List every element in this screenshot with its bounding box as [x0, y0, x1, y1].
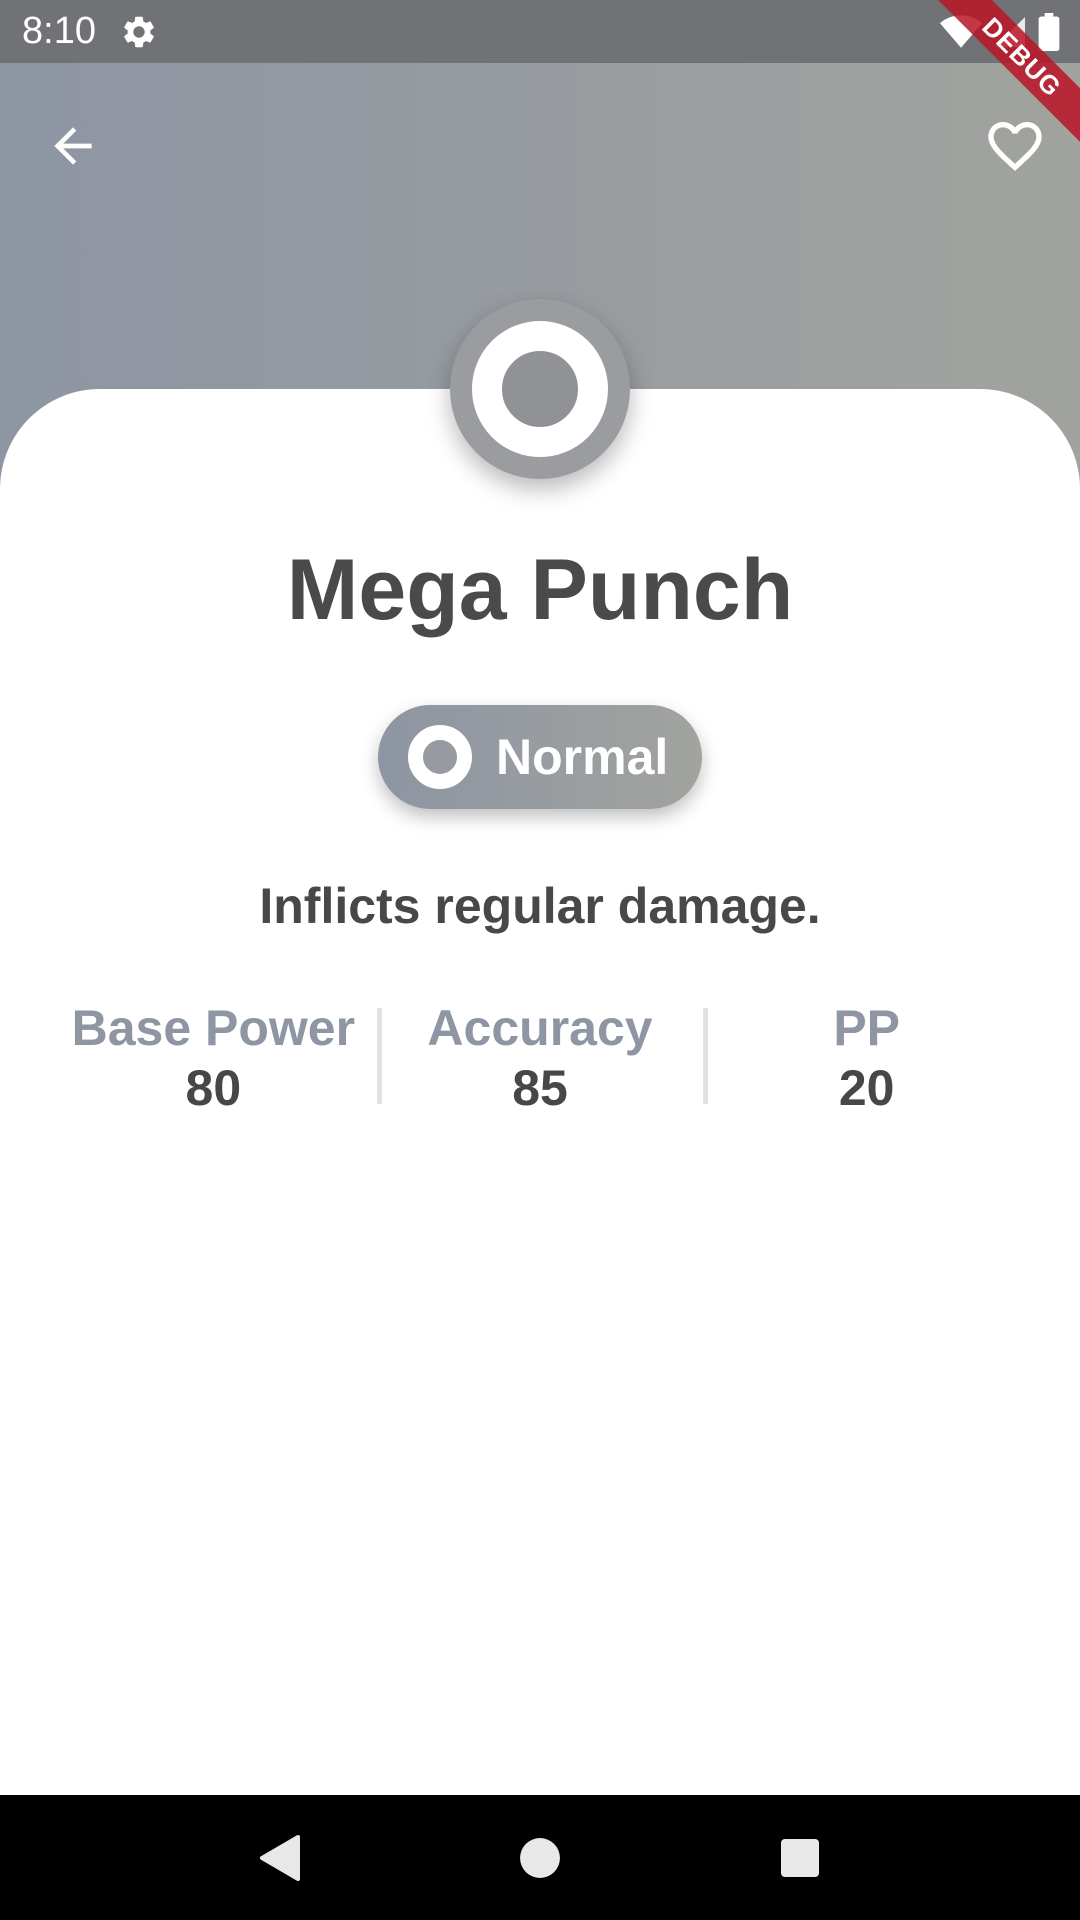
move-name: Mega Punch: [286, 542, 794, 638]
nav-recents-button[interactable]: [760, 1818, 840, 1898]
stat-accuracy: Accuracy 85: [376, 1000, 704, 1120]
stat-base-power: Base Power 80: [50, 1000, 377, 1120]
battery-icon: [1038, 13, 1060, 51]
wifi-icon: [940, 15, 982, 48]
stat-value: 20: [838, 1060, 895, 1116]
arrow-back-icon: [54, 127, 92, 165]
signal-icon: [995, 17, 1025, 47]
stat-value: 80: [185, 1060, 242, 1116]
normal-type-icon: [472, 321, 608, 457]
move-description: Inflicts regular damage.: [259, 878, 821, 934]
status-time: 8:10: [22, 10, 96, 52]
recents-square-icon: [781, 1838, 819, 1877]
normal-type-icon: [408, 725, 472, 789]
back-button[interactable]: [35, 108, 111, 184]
nav-home-button[interactable]: [500, 1818, 580, 1898]
home-circle-icon: [520, 1837, 560, 1878]
settings-icon: [124, 16, 154, 48]
back-triangle-icon: [260, 1834, 300, 1881]
status-bar: 8:10: [0, 0, 1080, 63]
status-icons: [940, 12, 1060, 52]
stat-value: 85: [512, 1060, 568, 1116]
type-label: Normal: [496, 729, 669, 785]
stat-label: Base Power: [71, 1000, 356, 1056]
heart-outline-icon: [988, 122, 1042, 171]
favorite-button[interactable]: [975, 106, 1055, 186]
nav-back-button[interactable]: [240, 1818, 320, 1898]
stat-label: Accuracy: [427, 1000, 653, 1056]
type-chip: Normal: [378, 705, 702, 809]
type-emblem: [450, 299, 630, 479]
stat-pp: PP 20: [703, 1000, 1030, 1120]
stat-label: PP: [833, 1000, 901, 1056]
move-stats: Base Power 80 Accuracy 85 PP 20: [50, 1000, 1030, 1120]
system-nav-bar: [0, 1795, 1080, 1920]
